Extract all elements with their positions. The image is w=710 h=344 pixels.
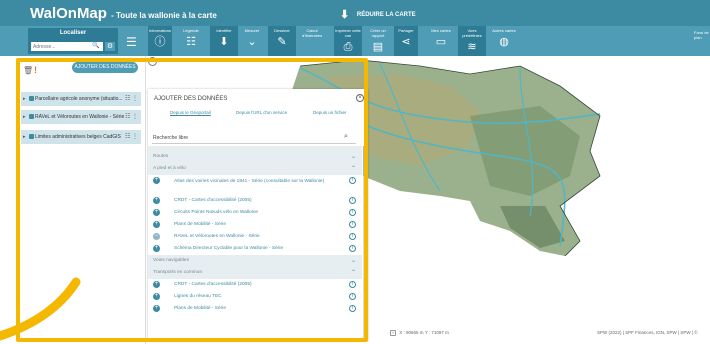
tool-vues-predefinies[interactable]: Vues prédéfinies ≋ — [458, 26, 486, 56]
tool-rapport[interactable]: Créer un rapport ▤ — [364, 26, 392, 56]
chevron-down-icon: ⌄ — [247, 36, 257, 48]
annotation-arc — [0, 277, 81, 341]
tool-identifier[interactable]: Identifier ⬇ — [210, 26, 238, 56]
coords-text: X : 90665 m Y : 71097 m — [399, 330, 449, 335]
tool-label: Dessiner — [274, 28, 290, 33]
legend-icon: ☷ — [186, 36, 196, 48]
reduce-map-button[interactable]: ⬇ RÉDUIRE LA CARTE — [340, 8, 416, 21]
pencil-icon: ✎ — [277, 36, 287, 48]
locate-title: Localiser — [59, 30, 87, 36]
tool-label: Vues prédéfinies — [462, 28, 482, 38]
coordinates-readout: + X : 90665 m Y : 71097 m — [390, 330, 449, 336]
search-icon[interactable]: 🔍 — [92, 42, 99, 49]
globe-icon: ◍ — [499, 36, 509, 48]
reduce-map-label: RÉDUIRE LA CARTE — [356, 12, 416, 19]
top-header: WalOnMap - Toute la wallonie à la carte … — [0, 0, 710, 26]
ravel-route-3 — [379, 63, 441, 192]
tool-label: Légende — [183, 28, 199, 33]
hamburger-menu-icon[interactable]: ☰ — [126, 35, 137, 49]
tool-label: Calcul d'itinéraires — [301, 28, 323, 38]
basemap-label: Fond de plan — [694, 30, 709, 40]
gear-icon[interactable]: ⚙ — [105, 42, 115, 51]
share-icon: ⋖ — [401, 36, 411, 48]
brand-subtitle: - Toute la wallonie à la carte — [111, 11, 217, 20]
layers-icon: ≋ — [467, 41, 477, 53]
folder-icon: ▭ — [435, 36, 447, 48]
identify-icon: ⬇ — [219, 36, 229, 48]
tool-label: Identifier — [216, 28, 232, 33]
tool-autres-cartes[interactable]: Autres cartes ◍ — [490, 26, 518, 56]
ravel-route-4 — [519, 67, 534, 217]
map-texture-2 — [470, 106, 580, 196]
tool-imprimer[interactable]: Imprimer cette vue ⎙ — [334, 26, 362, 56]
report-icon: ▤ — [372, 41, 384, 53]
basemap-button[interactable]: Fond de plan — [694, 26, 710, 56]
main-toolbar: Localiser 🔍 ⚙ ☰ Informations ⓘ Légende ☷… — [0, 26, 710, 56]
tool-label: Mesurer — [244, 28, 260, 33]
tool-itineraires[interactable]: Calcul d'itinéraires — [298, 26, 326, 56]
tool-label: Informations — [148, 28, 171, 33]
pin-icon[interactable]: + — [390, 330, 396, 336]
brand-logo[interactable]: WalOnMap - Toute la wallonie à la carte — [30, 5, 217, 22]
tool-label: Imprimer cette vue — [335, 28, 361, 38]
tool-legende[interactable]: Légende ☷ — [174, 26, 208, 56]
tool-label: Mes cartes — [431, 28, 451, 33]
tool-mes-cartes[interactable]: Mes cartes ▭ — [428, 26, 454, 56]
tool-partager[interactable]: Partager ⋖ — [394, 26, 418, 56]
tool-label: Créer un rapport — [370, 28, 386, 38]
locate-panel: Localiser 🔍 ⚙ — [28, 28, 118, 54]
tool-label: Partager — [398, 28, 414, 33]
tool-mesurer[interactable]: Mesurer ⌄ — [240, 26, 264, 56]
info-icon: ⓘ — [154, 36, 166, 48]
map-attribution: SPW (2022) | SPF Finances, IGN, SPW | SP… — [597, 330, 698, 335]
arrow-down-icon: ⬇ — [340, 9, 350, 21]
tool-dessiner[interactable]: Dessiner ✎ — [268, 26, 296, 56]
tool-informations[interactable]: Informations ⓘ — [148, 26, 172, 56]
brand-name: WalOnMap — [30, 5, 107, 22]
printer-icon: ⎙ — [343, 41, 353, 53]
map-texture-3 — [500, 206, 565, 248]
tool-label: Autres cartes — [492, 28, 516, 33]
